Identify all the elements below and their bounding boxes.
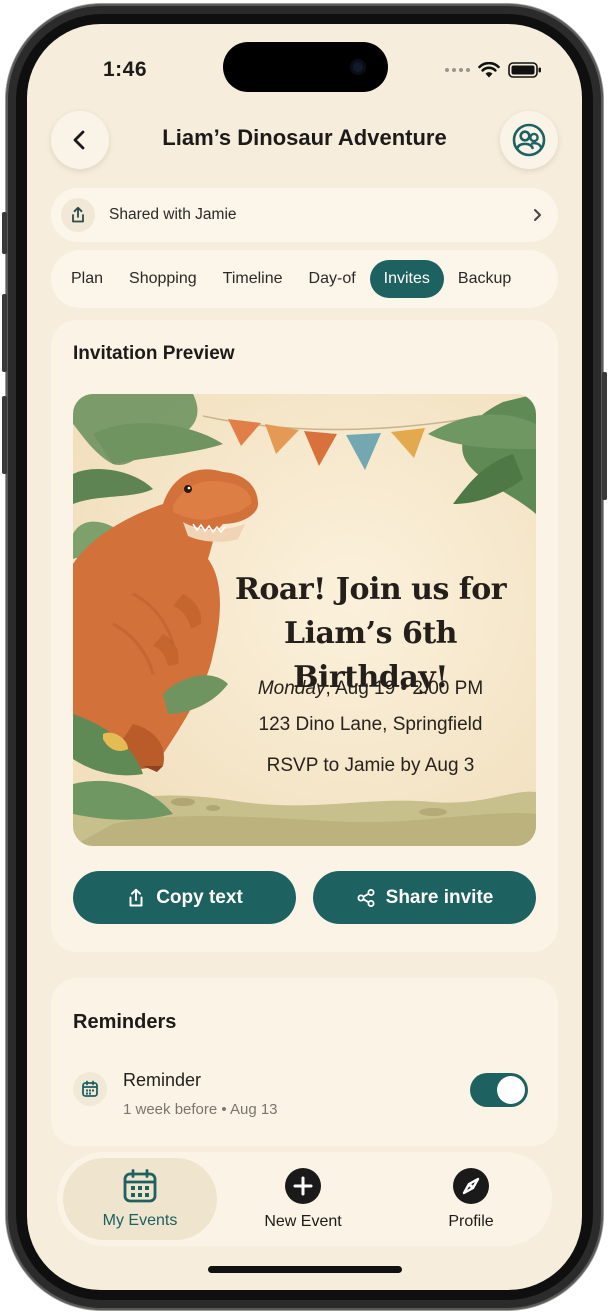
- collaborators-button[interactable]: [500, 111, 558, 169]
- share-nodes-icon: [357, 888, 375, 907]
- page-title: Liam’s Dinosaur Adventure: [162, 125, 447, 150]
- wifi-icon: [478, 62, 500, 78]
- shared-with-row[interactable]: Shared with Jamie: [51, 188, 558, 242]
- volume-up-button: [2, 294, 7, 372]
- share-invite-button[interactable]: Share invite: [313, 871, 536, 924]
- action-button: [2, 212, 7, 254]
- tab-day-of[interactable]: Day-of: [297, 260, 368, 298]
- invitation-preview-title: Invitation Preview: [73, 343, 235, 364]
- signal-icon: [445, 68, 470, 72]
- invitation-preview-image: Roar! Join us for Liam’s 6th Birthday! M…: [73, 394, 536, 846]
- invitation-address: 123 Dino Lane, Springfield: [258, 714, 483, 735]
- power-button: [602, 372, 607, 500]
- plus-circle-icon: [285, 1168, 321, 1204]
- people-icon: [512, 123, 546, 157]
- section-tabs: Plan Shopping Timeline Day-of Invites Ba…: [51, 250, 558, 308]
- bottom-navigation: My Events New Event Profile: [57, 1152, 552, 1246]
- volume-down-button: [2, 396, 7, 474]
- nav-new-event-label: New Event: [264, 1213, 342, 1230]
- share-upload-icon: [129, 888, 143, 906]
- status-indicators: [445, 62, 542, 78]
- app-screen: 1:46 Liam’s Dinosaur Adventure Shared wi…: [27, 24, 582, 1290]
- reminders-title: Reminders: [73, 1011, 177, 1033]
- status-time: 1:46: [103, 58, 148, 81]
- tab-timeline[interactable]: Timeline: [211, 260, 295, 298]
- invitation-day: Monday: [257, 678, 326, 699]
- reminder-label: Reminder: [123, 1070, 202, 1090]
- share-upload-icon: [61, 198, 95, 232]
- invitation-card: Invitation Preview Roar! Join us for Lia…: [51, 320, 558, 952]
- toggle-knob: [497, 1076, 525, 1104]
- compass-icon: [453, 1168, 489, 1204]
- invitation-headline-line-1: Roar! Join us for: [234, 572, 507, 607]
- reminders-card: Reminders Reminder 1 week before • Aug 1…: [51, 978, 558, 1146]
- tab-backup[interactable]: Backup: [446, 260, 523, 298]
- nav-my-events-label: My Events: [102, 1212, 178, 1229]
- nav-new-event[interactable]: New Event: [245, 1158, 361, 1240]
- calendar-icon: [123, 1169, 157, 1203]
- battery-icon: [508, 62, 541, 78]
- share-invite-label: Share invite: [385, 886, 494, 908]
- copy-text-label: Copy text: [156, 886, 243, 908]
- nav-my-events[interactable]: My Events: [63, 1158, 217, 1240]
- copy-text-button[interactable]: Copy text: [73, 871, 296, 924]
- back-button[interactable]: [51, 111, 109, 169]
- tab-plan[interactable]: Plan: [59, 260, 115, 298]
- chevron-right-icon: [534, 209, 541, 221]
- reminder-detail: 1 week before • Aug 13: [123, 1101, 278, 1118]
- calendar-icon: [73, 1072, 107, 1106]
- shared-with-label: Shared with Jamie: [109, 206, 237, 223]
- invitation-date: , Aug 19 • 2:00 PM: [325, 678, 484, 699]
- camera-icon: [350, 59, 366, 75]
- dynamic-island: [223, 42, 388, 92]
- tab-shopping[interactable]: Shopping: [117, 260, 209, 298]
- nav-profile[interactable]: Profile: [413, 1158, 529, 1240]
- home-indicator[interactable]: [208, 1266, 402, 1273]
- invitation-rsvp: RSVP to Jamie by Aug 3: [266, 755, 475, 776]
- reminder-toggle[interactable]: [470, 1073, 528, 1107]
- nav-profile-label: Profile: [448, 1213, 494, 1230]
- invitation-date-time: Monday, Aug 19 • 2:00 PM: [223, 678, 518, 700]
- tab-invites[interactable]: Invites: [369, 260, 444, 298]
- chevron-left-icon: [73, 130, 85, 150]
